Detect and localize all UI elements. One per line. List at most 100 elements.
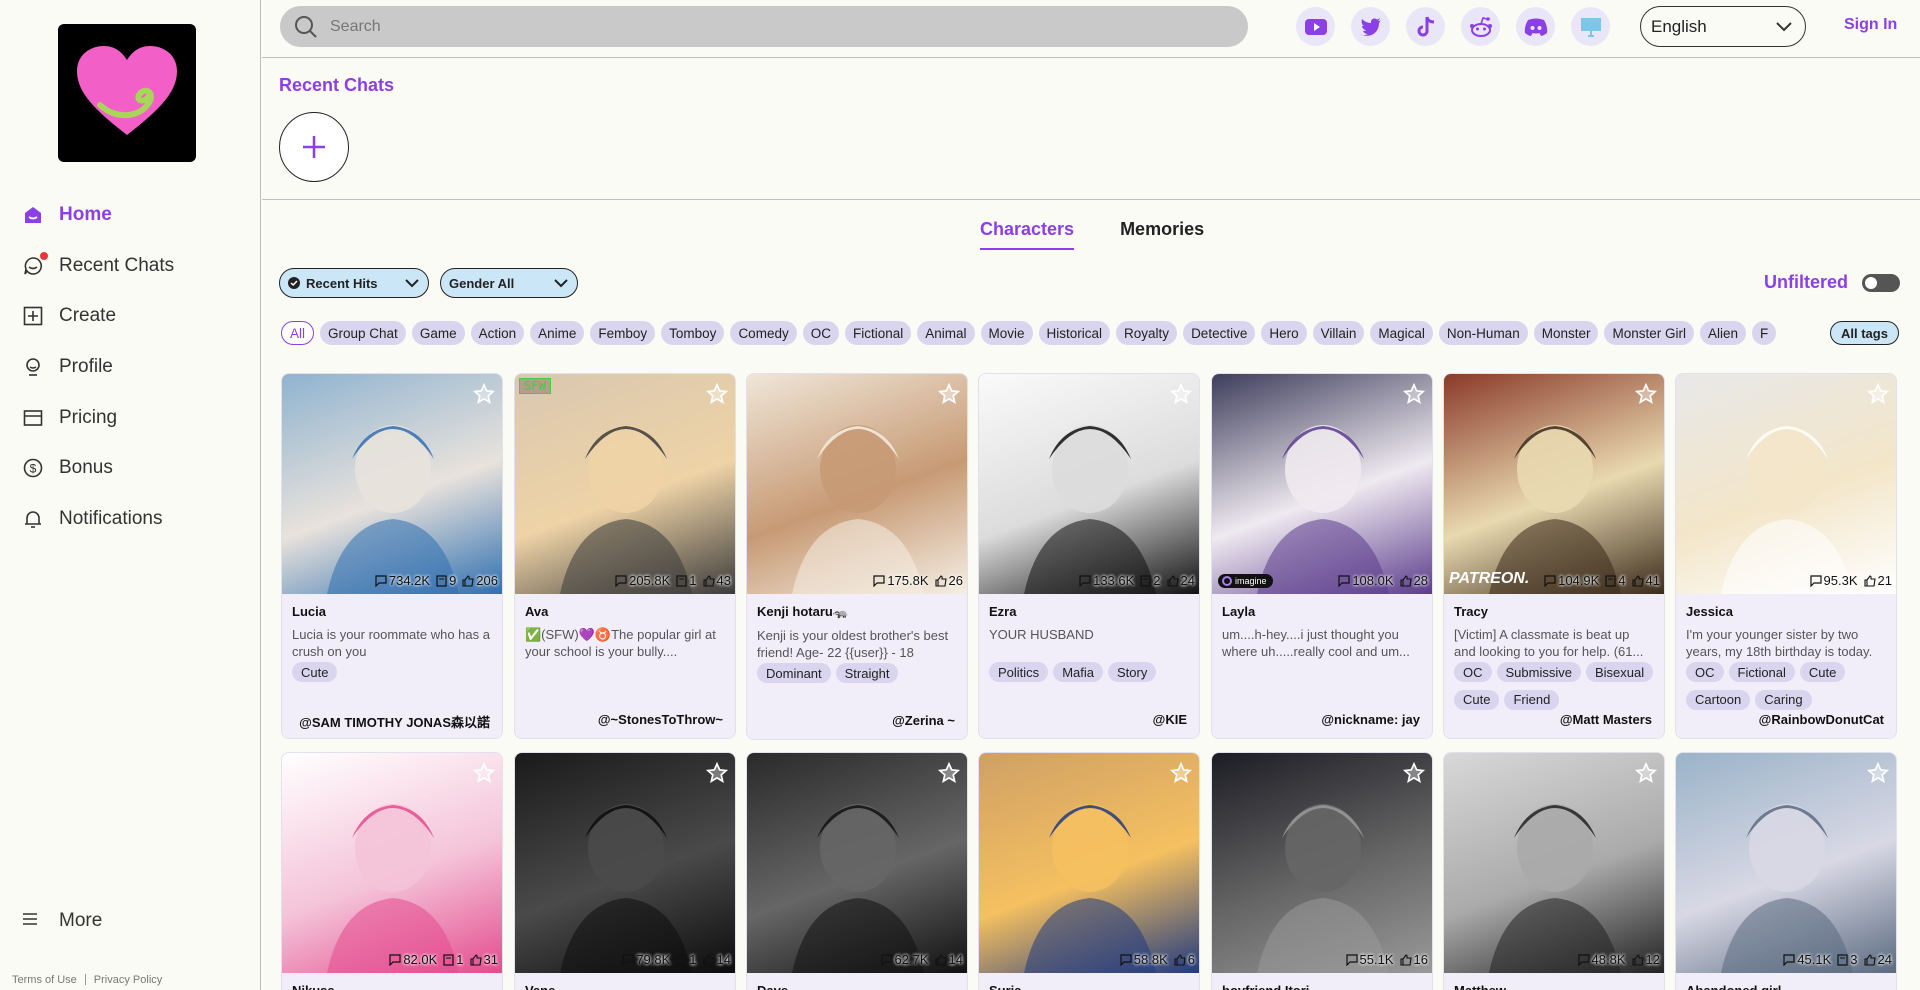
character-card[interactable]: PATREON. 104.9K 4 41 Tracy [Victim] A classma…	[1443, 373, 1665, 739]
character-tag[interactable]: Cartoon	[1686, 689, 1751, 710]
youtube-icon[interactable]	[1296, 7, 1335, 46]
favorite-star-icon[interactable]	[1866, 382, 1890, 410]
character-tag[interactable]: OC	[1686, 662, 1724, 682]
all-tags-button[interactable]: All tags	[1830, 321, 1899, 345]
character-author[interactable]: @SAM TIMOTHY JONAS森以諾	[282, 712, 502, 738]
new-chat-button[interactable]	[279, 112, 349, 182]
tag-chip[interactable]: Monster	[1533, 321, 1599, 345]
sidebar-item-home[interactable]: Home	[0, 190, 260, 241]
character-tag[interactable]: Cute	[292, 662, 338, 682]
tag-chip[interactable]: Game	[411, 321, 465, 345]
character-author[interactable]: @~StonesToThrow~	[515, 712, 735, 738]
character-card[interactable]: 79.8K 1 14 Vane	[514, 752, 736, 990]
character-tag[interactable]: Story	[1107, 662, 1157, 682]
desktop-icon[interactable]	[1571, 7, 1610, 46]
character-author[interactable]: @nickname: jay	[1212, 712, 1432, 738]
character-card[interactable]: imagine 108.0K 28 Layla um....h-hey....i jus…	[1211, 373, 1433, 739]
tag-chip[interactable]: Comedy	[730, 321, 797, 345]
character-tag[interactable]: Friend	[1504, 689, 1560, 710]
character-card[interactable]: SFW 205.8K 1 43 Ava ✅(SFW)💜♉The popular girl …	[514, 373, 736, 739]
tag-chip[interactable]: Royalty	[1116, 321, 1178, 345]
character-author[interactable]: @Matt Masters	[1444, 712, 1664, 738]
character-card[interactable]: 45.1K 3 24 Abandoned girl	[1675, 752, 1897, 990]
tag-chip[interactable]: Tomboy	[661, 321, 725, 345]
tab-characters[interactable]: Characters	[980, 219, 1075, 250]
tag-chip[interactable]: Detective	[1183, 321, 1256, 345]
terms-link[interactable]: Terms of Use	[12, 974, 77, 986]
favorite-star-icon[interactable]	[1402, 382, 1426, 410]
character-author[interactable]: @KIE	[979, 712, 1199, 738]
tag-chip[interactable]: Non-Human	[1438, 321, 1528, 345]
tag-chip[interactable]: All	[281, 321, 315, 345]
character-card[interactable]: 62.7K 14 Dave	[746, 752, 968, 990]
favorite-star-icon[interactable]	[472, 382, 496, 410]
character-tag[interactable]: Straight	[835, 663, 899, 683]
favorite-star-icon[interactable]	[1402, 761, 1426, 789]
favorite-star-icon[interactable]	[1169, 761, 1193, 789]
tag-chip[interactable]: Action	[470, 321, 525, 345]
favorite-star-icon[interactable]	[472, 761, 496, 789]
character-card[interactable]: 55.1K 16 boyfriend Itori	[1211, 752, 1433, 990]
character-tag[interactable]: Fictional	[1728, 662, 1795, 682]
sidebar-item-create[interactable]: Create	[0, 291, 260, 342]
unfiltered-toggle[interactable]	[1862, 274, 1900, 292]
tag-chip[interactable]: Femboy	[590, 321, 656, 345]
sidebar-item-bonus[interactable]: $ Bonus	[0, 443, 260, 494]
search-input[interactable]	[330, 17, 1130, 36]
character-author[interactable]: @RainbowDonutCat	[1676, 712, 1896, 738]
tag-chip[interactable]: Hero	[1261, 321, 1307, 345]
tag-chip[interactable]: Animal	[917, 321, 975, 345]
favorite-star-icon[interactable]	[1866, 761, 1890, 789]
character-tag[interactable]: Cute	[1454, 689, 1500, 710]
tag-chip[interactable]: Anime	[530, 321, 585, 345]
favorite-star-icon[interactable]	[1169, 382, 1193, 410]
character-card[interactable]: 82.0K 1 31 Nikusa	[281, 752, 503, 990]
recent-hits-filter[interactable]: Recent Hits	[279, 268, 429, 298]
sidebar-item-recent-chats[interactable]: Recent Chats	[0, 241, 260, 292]
character-card[interactable]: 48.8K 12 Matthew	[1443, 752, 1665, 990]
character-author[interactable]: @Zerina ~	[747, 713, 967, 739]
search-bar[interactable]	[280, 6, 1248, 47]
twitter-icon[interactable]	[1351, 7, 1390, 46]
character-tag[interactable]: Politics	[989, 662, 1049, 682]
favorite-star-icon[interactable]	[937, 382, 961, 410]
character-tag[interactable]: OC	[1454, 662, 1492, 682]
tag-chip[interactable]: Historical	[1038, 321, 1111, 345]
sidebar-item-pricing[interactable]: Pricing	[0, 392, 260, 443]
tag-chip[interactable]: OC	[802, 321, 839, 345]
sign-in-button[interactable]: Sign In	[1844, 16, 1897, 34]
character-tag[interactable]: Caring	[1755, 689, 1812, 710]
character-card[interactable]: 58.8K 6 Suria	[978, 752, 1200, 990]
character-tag[interactable]: Submissive	[1496, 662, 1581, 682]
tab-memories[interactable]: Memories	[1120, 219, 1204, 250]
tag-chip[interactable]: Fictional	[844, 321, 912, 345]
tag-chip[interactable]: Group Chat	[320, 321, 406, 345]
tag-chip[interactable]: Alien	[1700, 321, 1747, 345]
gender-filter[interactable]: Gender All	[440, 268, 578, 298]
tag-chip[interactable]: F	[1752, 321, 1777, 345]
character-card[interactable]: 734.2K 9 206 Lucia Lucia is your roommate wh…	[281, 373, 503, 739]
character-card[interactable]: 175.8K 26 Kenji hotaru🦡 Kenji is your oldes…	[746, 373, 968, 740]
favorite-star-icon[interactable]	[1634, 761, 1658, 789]
tiktok-icon[interactable]	[1406, 7, 1445, 46]
sidebar-item-notifications[interactable]: Notifications	[0, 494, 260, 545]
character-card[interactable]: 95.3K 21 Jessica I'm your younger sister by…	[1675, 373, 1897, 739]
language-select[interactable]: English	[1640, 6, 1806, 47]
favorite-star-icon[interactable]	[1634, 382, 1658, 410]
reddit-icon[interactable]	[1461, 7, 1500, 46]
more-menu[interactable]: More	[22, 910, 102, 932]
tag-chip[interactable]: Villain	[1312, 321, 1365, 345]
character-tag[interactable]: Cute	[1799, 662, 1846, 682]
discord-icon[interactable]	[1516, 7, 1555, 46]
sidebar-item-profile[interactable]: Profile	[0, 342, 260, 393]
character-card[interactable]: 133.6K 2 24 Ezra YOUR HUSBAND Politics Mafia St…	[978, 373, 1200, 739]
character-tag[interactable]: Dominant	[757, 663, 831, 683]
character-tag[interactable]: Mafia	[1053, 662, 1103, 682]
logo[interactable]	[58, 24, 196, 162]
tag-chip[interactable]: Monster Girl	[1604, 321, 1694, 345]
character-tag[interactable]: Bisexual	[1585, 662, 1654, 682]
privacy-link[interactable]: Privacy Policy	[94, 974, 162, 986]
tag-chip[interactable]: Movie	[980, 321, 1033, 345]
favorite-star-icon[interactable]	[705, 382, 729, 410]
favorite-star-icon[interactable]	[937, 761, 961, 789]
